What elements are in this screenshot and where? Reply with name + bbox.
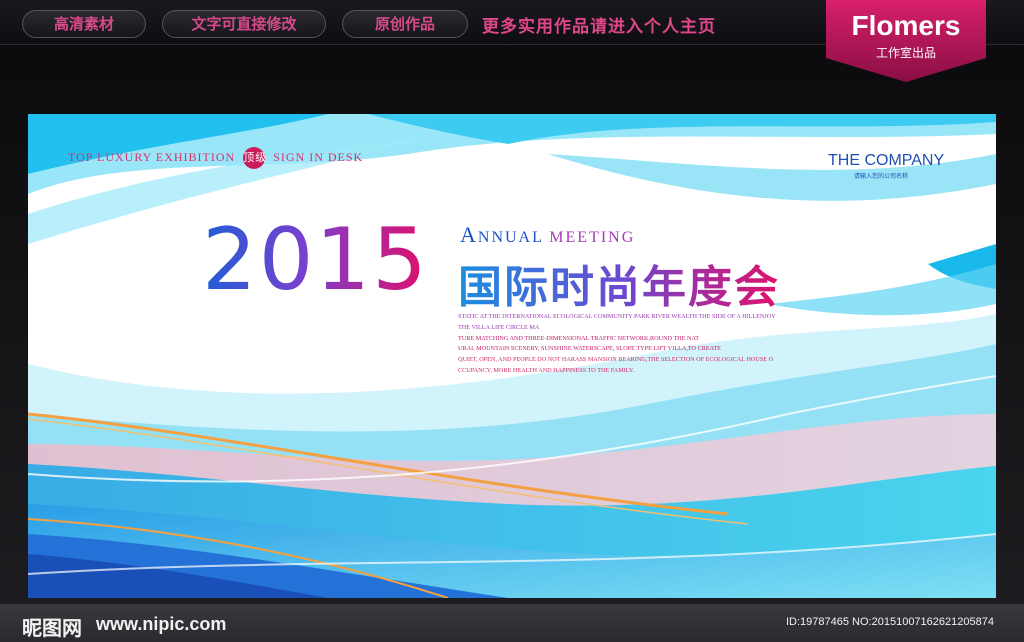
description-line: STATIC AT THE INTERNATIONAL ECOLOGICAL C… [458, 313, 776, 320]
tagline: Top luxury exhibition 顶级 Sign in desk [68, 147, 363, 169]
watermark-footer: 昵图网 www.nipic.com ID:19787465 NO:2015100… [0, 604, 1024, 642]
annual-meeting-banner: Top luxury exhibition 顶级 Sign in desk TH… [28, 114, 996, 598]
annual-meeting-heading: ANNUAL MEETING [460, 222, 635, 248]
nipic-logo: 昵图网 [22, 616, 82, 640]
description-line: QUIET, OPEN, AND PEOPLE DO NOT HARASS MA… [458, 356, 774, 364]
tagline-right: Sign in desk [273, 149, 364, 164]
meeting-word: MEETING [549, 229, 636, 246]
original-work-button[interactable]: 原创作品 [342, 10, 468, 38]
annual-initial: A [460, 222, 478, 247]
image-id-label: ID:19787465 NO:20151007162621205874 [786, 616, 994, 628]
event-title: 国际时尚年度会 [458, 251, 780, 315]
annual-rest: NNUAL [477, 229, 544, 246]
description-line: TURE MATCHING AND THREE-DIMENSIONAL TRAF… [458, 334, 700, 342]
homepage-promo-link[interactable]: 更多实用作品请进入个人主页 [482, 12, 716, 37]
hd-material-button[interactable]: 高清素材 [22, 10, 146, 38]
flomers-badge: Flomers 工作室出品 [826, 0, 986, 82]
description-line: CCUPANCY, MORE HEALTH AND HAPPINESS TO T… [458, 366, 635, 374]
company-name: THE COMPANY [828, 152, 945, 169]
event-year: 2015 [202, 210, 429, 310]
editable-text-button[interactable]: 文字可直接修改 [162, 10, 326, 38]
description-line: THE VILLA LIFE CIRCLE MA [458, 323, 540, 331]
badge-title: Flomers [851, 10, 961, 41]
badge-subtitle: 工作室出品 [875, 46, 936, 60]
tagline-left: Top luxury exhibition [68, 149, 236, 164]
company-name-hint: 请输入您的公司名称 [854, 173, 909, 180]
top-grade-badge: 顶级 [243, 147, 266, 169]
description-paragraph: STATIC AT THE INTERNATIONAL ECOLOGICAL C… [458, 312, 858, 377]
nipic-url[interactable]: www.nipic.com [96, 614, 226, 635]
description-line: URAL MOUNTAIN SCENERY, SUNSHINE WATERSCA… [458, 345, 721, 353]
